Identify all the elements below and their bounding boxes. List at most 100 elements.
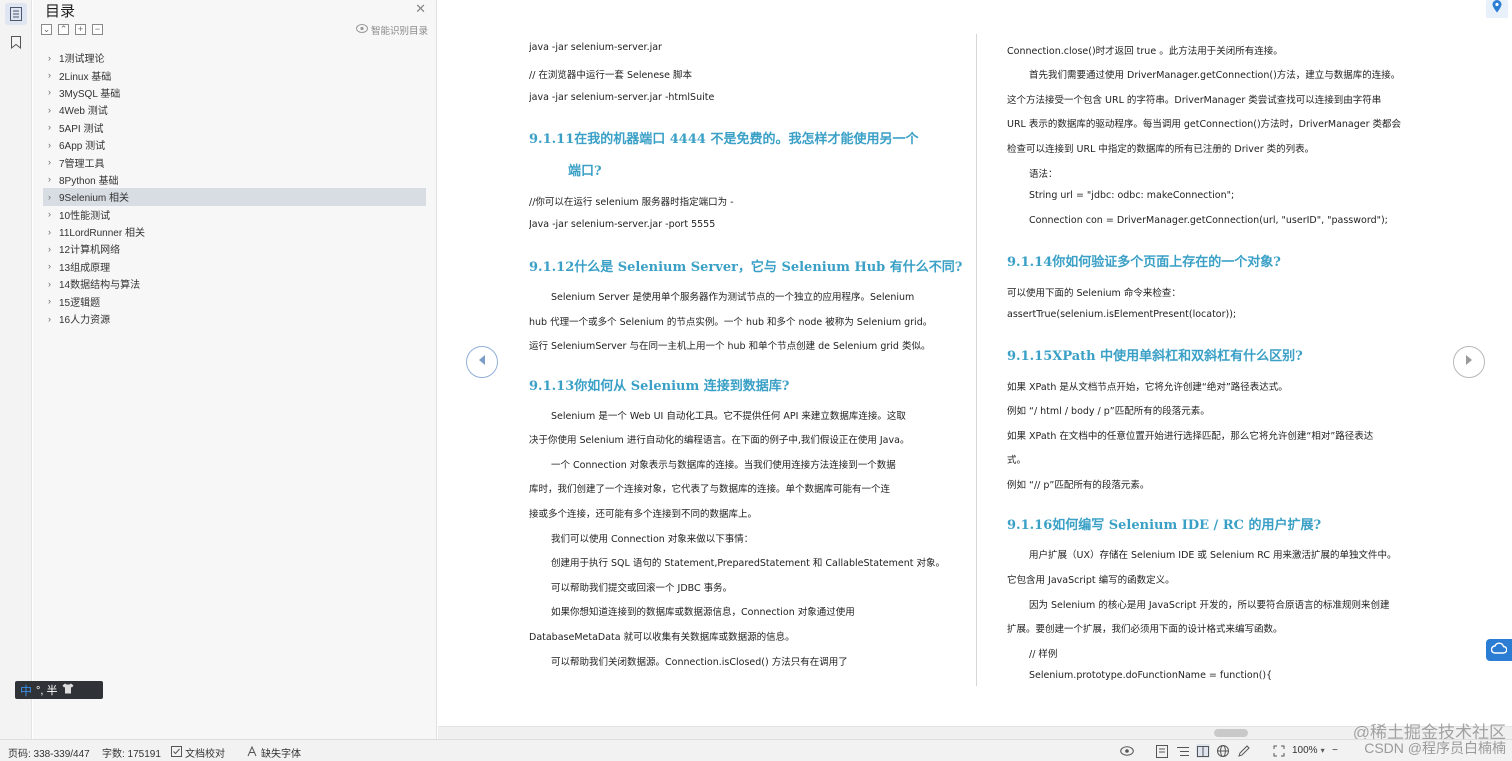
paragraph-line: URL 表示的数据库的驱动程序。每当调用 getConnection()方法时，… [1007, 119, 1402, 130]
annotate-pen-icon[interactable] [1237, 744, 1251, 758]
toc-item-label: 1测试理论 [59, 54, 105, 66]
chevron-right-icon[interactable]: › [48, 227, 59, 237]
paragraph-line: 首先我们需要通过使用 DriverManager.getConnection()… [1029, 70, 1401, 81]
chevron-right-icon[interactable]: › [48, 157, 59, 167]
toc-item[interactable]: › 15逻辑题 [43, 292, 426, 309]
previous-page-button[interactable] [466, 346, 498, 378]
two-page-view-icon[interactable] [1196, 744, 1210, 758]
collapse-all-icon[interactable]: ⌃ [58, 24, 69, 35]
toc-item[interactable]: › 8Python 基础 [43, 171, 426, 188]
location-pin-button[interactable] [1486, 0, 1508, 18]
toc-item[interactable]: › 11LordRunner 相关 [43, 223, 426, 240]
code-line: Connection con = DriverManager.getConnec… [1029, 215, 1388, 226]
toc-item[interactable]: › 13组成原理 [43, 258, 426, 275]
paragraph-line: 用户扩展（UX）存储在 Selenium IDE 或 Selenium RC 用… [1029, 550, 1397, 561]
left-rail [0, 0, 32, 739]
toc-item[interactable]: › 4Web 测试 [43, 101, 426, 118]
fit-page-icon[interactable] [1272, 744, 1286, 758]
paragraph-line: 一个 Connection 对象表示与数据库的连接。当我们使用连接方法连接到一个… [551, 460, 896, 471]
paragraph-line: DatabaseMetaData 就可以收集有关数据库或数据源的信息。 [529, 632, 795, 643]
next-page-button[interactable] [1453, 346, 1485, 378]
zoom-level[interactable]: 100% ▾ [1292, 745, 1325, 756]
smart-recognize-icon [355, 24, 368, 36]
assistant-float-button[interactable] [1486, 639, 1512, 661]
toc-item[interactable]: › 1测试理论 [43, 49, 426, 66]
chevron-right-icon[interactable]: › [48, 140, 59, 150]
paragraph-line: 如果你想知道连接到的数据库或数据源信息，Connection 对象通过使用 [551, 607, 855, 618]
horizontal-scrollbar[interactable] [438, 726, 1512, 739]
toc-item[interactable]: › 6App 测试 [43, 136, 426, 153]
proofread-label: 文档校对 [185, 749, 225, 760]
chevron-right-icon[interactable]: › [48, 244, 59, 254]
scrollbar-thumb[interactable] [1214, 729, 1248, 737]
paragraph-line: 例如 “// p”匹配所有的段落元素。 [1007, 480, 1150, 491]
paragraph-line: 这个方法接受一个包含 URL 的字符串。DriverManager 类尝试查找可… [1007, 95, 1382, 106]
toc-item-label: 11LordRunner 相关 [59, 228, 145, 240]
paragraph-line: Selenium 是一个 Web UI 自动化工具。它不提供任何 API 来建立… [551, 411, 906, 422]
zoom-value: 100% [1292, 745, 1318, 756]
toc-item[interactable]: › 16人力资源 [43, 310, 426, 327]
paragraph-line: 运行 SeleniumServer 与在同一主机上用一个 hub 和单个节点创建… [529, 341, 931, 352]
toc-item[interactable]: › 5API 测试 [43, 119, 426, 136]
expand-all-icon[interactable]: ⌄ [41, 24, 52, 35]
eye-protection-icon[interactable] [1120, 744, 1134, 758]
word-count[interactable]: 字数: 175191 [102, 745, 161, 760]
remove-entry-icon[interactable]: − [92, 24, 103, 35]
toc-item[interactable]: › 9Selenium 相关 [43, 188, 426, 206]
ime-indicator[interactable]: 中 °, 半 [15, 681, 103, 699]
page-indicator[interactable]: 页码: 338-339/447 [8, 745, 90, 760]
code-line: Java -jar selenium-server.jar -port 5555 [529, 219, 716, 230]
paragraph-line: 如果 XPath 是从文档节点开始，它将允许创建“绝对”路径表达式。 [1007, 382, 1288, 393]
paragraph-line: 如果 XPath 在文档中的任意位置开始进行选择匹配，那么它将允许创建“相对”路… [1007, 431, 1374, 442]
section-heading: 9.1.13你如何从 Selenium 连接到数据库? [529, 379, 790, 394]
proofread-button[interactable]: 文档校对 [171, 745, 225, 760]
chevron-right-icon[interactable]: › [48, 53, 59, 63]
toc-item[interactable]: › 14数据结构与算法 [43, 275, 426, 292]
toc-toggle-button[interactable] [0, 0, 32, 28]
section-heading-continued: 端口? [568, 164, 602, 179]
chevron-right-icon[interactable]: › [48, 105, 59, 115]
toc-item[interactable]: › 12计算机网络 [43, 240, 426, 257]
chevron-right-icon[interactable]: › [48, 70, 59, 80]
app-window: 目录 ✕ ⌄ ⌃ + − 智能识别目录 › 1测试理论 › 2Linux 基础 › 3My… [0, 0, 1512, 761]
arrow-left-icon [477, 353, 487, 371]
proofread-icon [171, 745, 182, 760]
font-icon [247, 745, 258, 760]
paragraph-line: Selenium Server 是使用单个服务器作为测试节点的一个独立的应用程序… [551, 292, 915, 303]
missing-font-label: 缺失字体 [261, 749, 301, 760]
toc-item[interactable]: › 2Linux 基础 [43, 66, 426, 83]
chevron-right-icon[interactable]: › [48, 279, 59, 289]
chevron-right-icon[interactable]: › [48, 192, 59, 202]
paragraph-line: 创建用于执行 SQL 语句的 Statement,PreparedStateme… [551, 558, 946, 569]
add-entry-icon[interactable]: + [75, 24, 86, 35]
web-view-icon[interactable] [1216, 744, 1230, 758]
toc-item[interactable]: › 3MySQL 基础 [43, 84, 426, 101]
paragraph-line: 因为 Selenium 的核心是用 JavaScript 开发的，所以要符合原语… [1029, 600, 1390, 611]
code-line: // 在浏览器中运行一套 Selenese 脚本 [529, 70, 692, 81]
bookmark-toggle-button[interactable] [0, 28, 32, 56]
zoom-out-button[interactable]: − [1332, 745, 1338, 756]
code-line: java -jar selenium-server.jar -htmlSuite [529, 92, 715, 103]
chevron-right-icon[interactable]: › [48, 296, 59, 306]
chevron-right-icon[interactable]: › [48, 87, 59, 97]
toc-item[interactable]: › 10性能测试 [43, 206, 426, 223]
toc-item-label: 13组成原理 [59, 262, 111, 274]
chevron-right-icon[interactable]: › [48, 314, 59, 324]
toc-item[interactable]: › 7管理工具 [43, 153, 426, 170]
chevron-right-icon[interactable]: › [48, 209, 59, 219]
document-page: java -jar selenium-server.jar // 在浏览器中运行… [438, 0, 1512, 726]
missing-font-button[interactable]: 缺失字体 [247, 745, 301, 760]
chevron-right-icon[interactable]: › [48, 122, 59, 132]
smart-toc-button[interactable]: 智能识别目录 [355, 23, 428, 37]
cloud-icon [1490, 641, 1508, 659]
close-icon[interactable]: ✕ [415, 1, 426, 17]
chevron-right-icon[interactable]: › [48, 174, 59, 184]
page-view-icon[interactable] [1155, 744, 1169, 758]
toc-list: › 1测试理论 › 2Linux 基础 › 3MySQL 基础 › 4Web 测试 › 5API … [43, 49, 426, 327]
section-heading: 9.1.14你如何验证多个页面上存在的一个对象? [1007, 255, 1281, 270]
chevron-right-icon[interactable]: › [48, 261, 59, 271]
outline-view-icon[interactable] [1176, 744, 1190, 758]
paragraph-line: hub 代理一个或多个 Selenium 的节点实例。一个 hub 和多个 no… [529, 317, 933, 328]
code-line: assertTrue(selenium.isElementPresent(loc… [1007, 309, 1237, 320]
smart-toc-label: 智能识别目录 [370, 26, 428, 37]
